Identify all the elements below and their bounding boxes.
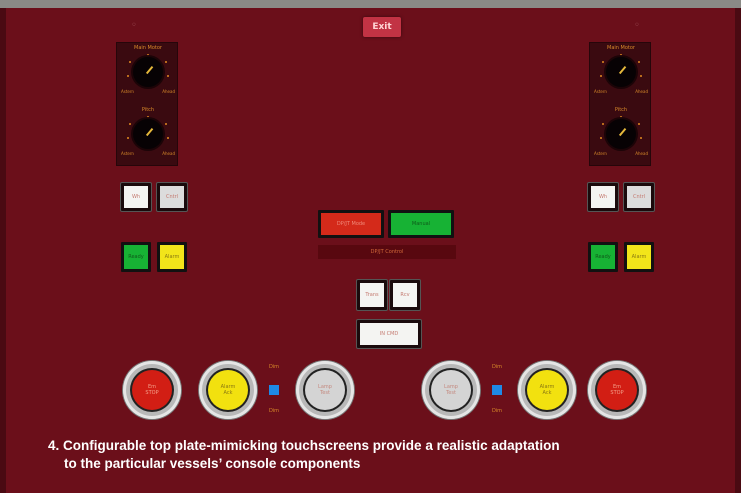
knob-pointer [145, 65, 154, 75]
scale-tick [620, 54, 622, 56]
rcv-button[interactable]: Rcv [390, 280, 420, 310]
scale-tick [638, 123, 640, 125]
scale-tick [165, 123, 167, 125]
scale-tick [638, 61, 640, 63]
right-dim-label-top: Dim [491, 364, 503, 370]
left-lamp-test-button[interactable]: Lamp Test [296, 361, 354, 419]
round-label-bottom: Ack [542, 390, 552, 396]
left-alarm-button[interactable]: Alarm [157, 242, 187, 272]
knob-pointer [145, 127, 154, 137]
knob-scale: Astern Ahead [117, 151, 179, 156]
scale-right-label: Ahead [162, 89, 175, 94]
right-ready-button[interactable]: Ready [588, 242, 618, 272]
round-label-bottom: Test [320, 390, 330, 396]
left-ready-button[interactable]: Ready [121, 242, 151, 272]
left-knob-panel: Main Motor Astern Ahead Pitch Astern Ahe… [116, 42, 178, 166]
round-label-bottom: STOP [610, 390, 624, 396]
scale-tick [127, 137, 129, 139]
scale-tick [127, 75, 129, 77]
caption: 4. Configurable top plate-mimicking touc… [48, 437, 728, 473]
scale-right-label: Ahead [162, 151, 175, 156]
knob-label: Main Motor [134, 45, 162, 51]
scale-tick [602, 61, 604, 63]
dp-jt-mode-button[interactable]: DP/JT Mode [318, 210, 384, 238]
scale-left-label: Astern [594, 89, 607, 94]
scale-tick [600, 75, 602, 77]
left-main-motor-knob-block: Main Motor Astern Ahead [117, 43, 179, 103]
scale-tick [640, 75, 642, 77]
right-pitch-knob-block: Pitch Astern Ahead [590, 105, 652, 165]
manual-button[interactable]: Manual [388, 210, 454, 238]
caption-line-2: to the particular vessels’ console compo… [64, 456, 361, 471]
right-emergency-stop-button[interactable]: Em STOP [588, 361, 646, 419]
left-dim-label-bottom: Dim [268, 408, 280, 414]
scale-tick [129, 123, 131, 125]
left-edge [0, 8, 6, 493]
trans-button[interactable]: Trans [357, 280, 387, 310]
knob-scale: Astern Ahead [590, 89, 652, 94]
right-edge [735, 8, 741, 493]
main-motor-knob[interactable] [606, 57, 636, 87]
left-pitch-knob-block: Pitch Astern Ahead [117, 105, 179, 165]
right-main-motor-knob-block: Main Motor Astern Ahead [590, 43, 652, 103]
round-label-bottom: Ack [223, 390, 233, 396]
left-dim-indicator[interactable] [269, 385, 279, 395]
scale-left-label: Astern [594, 151, 607, 156]
right-dim-indicator[interactable] [492, 385, 502, 395]
knob-label: Pitch [614, 107, 628, 113]
knob-pointer [618, 127, 627, 137]
knob-scale: Astern Ahead [117, 89, 179, 94]
in-cmd-button[interactable]: IN CMD [357, 320, 421, 348]
scale-tick [602, 123, 604, 125]
left-cntrl-button[interactable]: Cntrl [157, 183, 187, 211]
scale-tick [129, 61, 131, 63]
right-dim-label-bottom: Dim [491, 408, 503, 414]
right-lamp-test-button[interactable]: Lamp Test [422, 361, 480, 419]
knob-scale: Astern Ahead [590, 151, 652, 156]
right-knob-panel: Main Motor Astern Ahead Pitch Astern Ahe… [589, 42, 651, 166]
pitch-knob[interactable] [133, 119, 163, 149]
pitch-knob[interactable] [606, 119, 636, 149]
left-alarm-ack-button[interactable]: Alarm Ack [199, 361, 257, 419]
right-corner-icon[interactable]: ◦ [631, 20, 643, 32]
scale-tick [165, 61, 167, 63]
top-border-strip [0, 0, 741, 8]
scale-left-label: Astern [121, 89, 134, 94]
main-motor-knob[interactable] [133, 57, 163, 87]
left-emergency-stop-button[interactable]: Em STOP [123, 361, 181, 419]
round-label-bottom: Test [446, 390, 456, 396]
left-dim-label-top: Dim [268, 364, 280, 370]
right-wh-button[interactable]: Wh [588, 183, 618, 211]
scale-tick [147, 116, 149, 118]
right-cntrl-button[interactable]: Cntrl [624, 183, 654, 211]
scale-right-label: Ahead [635, 89, 648, 94]
round-label-bottom: STOP [145, 390, 159, 396]
scale-tick [147, 54, 149, 56]
scale-left-label: Astern [121, 151, 134, 156]
knob-label: Pitch [141, 107, 155, 113]
scale-tick [620, 116, 622, 118]
scale-tick [167, 75, 169, 77]
exit-button[interactable]: Exit [363, 17, 401, 37]
left-wh-button[interactable]: Wh [121, 183, 151, 211]
scale-tick [640, 137, 642, 139]
right-alarm-ack-button[interactable]: Alarm Ack [518, 361, 576, 419]
knob-pointer [618, 65, 627, 75]
scale-tick [600, 137, 602, 139]
caption-line-1: 4. Configurable top plate-mimicking touc… [48, 438, 560, 453]
knob-label: Main Motor [607, 45, 635, 51]
scale-tick [167, 137, 169, 139]
dp-control-label: DP/JT Control [318, 245, 456, 259]
scale-right-label: Ahead [635, 151, 648, 156]
left-corner-icon[interactable]: ◦ [128, 20, 140, 32]
right-alarm-button[interactable]: Alarm [624, 242, 654, 272]
